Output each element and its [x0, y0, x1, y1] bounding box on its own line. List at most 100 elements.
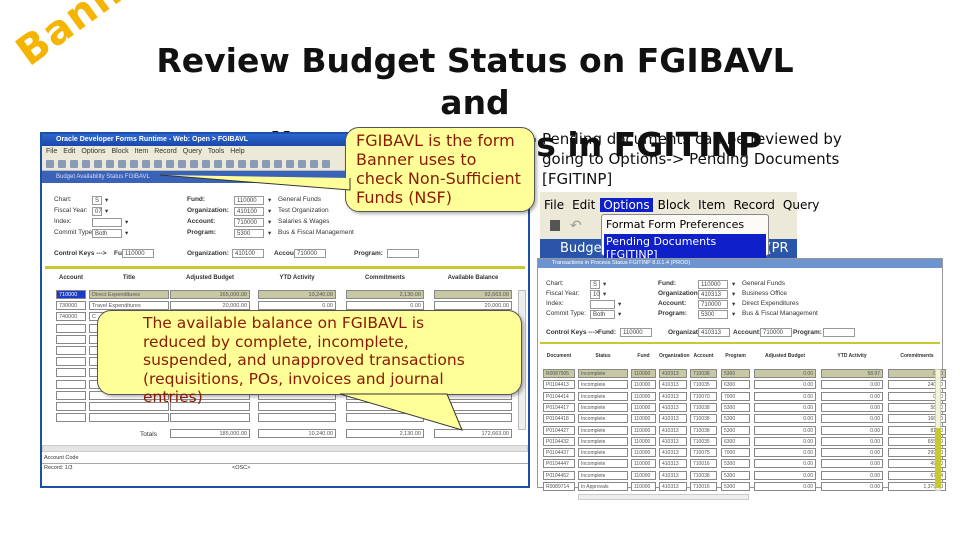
table-cell[interactable]: 0.00 [821, 380, 883, 390]
table-cell[interactable]: 110000 [631, 380, 656, 390]
dropdown-arrow-icon[interactable]: ▾ [105, 196, 108, 204]
table-cell[interactable]: 0.00 [821, 414, 883, 424]
lookup-arrow-icon[interactable]: ▾ [732, 300, 735, 308]
table-cell[interactable]: 410313 [659, 436, 687, 446]
menu-tools[interactable]: Tools [208, 148, 224, 155]
toolbar-button-icon[interactable] [58, 160, 66, 168]
table-cell[interactable]: 0.00 [821, 436, 883, 446]
menu-block[interactable]: Block [658, 198, 690, 212]
menu-file[interactable]: File [544, 198, 564, 212]
table-cell[interactable]: Incomplete [578, 470, 628, 480]
fiscal_year-field[interactable]: 07 [92, 207, 102, 216]
menu-edit[interactable]: Edit [63, 148, 75, 155]
table-cell[interactable]: 710075 [690, 448, 717, 458]
table-cell[interactable]: 710038 [690, 402, 717, 412]
table-cell[interactable]: Travel Expenditures [89, 301, 169, 311]
table-cell[interactable]: 0.00 [754, 459, 816, 469]
table-cell[interactable]: 5300 [721, 425, 750, 435]
dropdown-arrow-icon[interactable]: ▾ [105, 207, 108, 215]
toolbar-button-icon[interactable] [262, 160, 270, 168]
toolbar-button-icon[interactable] [166, 160, 174, 168]
dropdown-arrow-icon[interactable]: ▾ [125, 229, 128, 237]
table-cell[interactable]: Incomplete [578, 414, 628, 424]
toolbar-button-icon[interactable] [298, 160, 306, 168]
table-cell[interactable]: 2,130.00 [346, 290, 424, 299]
toolbar-button-icon[interactable] [322, 160, 330, 168]
table-cell[interactable]: R0089714 [543, 482, 575, 491]
lookup-arrow-icon[interactable]: ▾ [268, 218, 271, 226]
table-cell[interactable]: 7000 [721, 448, 750, 458]
scrollbar-thumb[interactable] [935, 428, 941, 488]
menu-edit[interactable]: Edit [572, 198, 595, 212]
table-cell[interactable]: Incomplete [578, 459, 628, 469]
toolbar-button-icon[interactable] [178, 160, 186, 168]
toolbar-button-icon[interactable] [190, 160, 198, 168]
menu-query[interactable]: Query [783, 198, 819, 212]
toolbar-button-icon[interactable] [310, 160, 318, 168]
toolbar-button-icon[interactable] [154, 160, 162, 168]
table-cell[interactable]: 110000 [631, 436, 656, 446]
control-program-field[interactable] [387, 249, 419, 258]
toolbar-button-icon[interactable] [70, 160, 78, 168]
table-cell[interactable]: 5300 [721, 402, 750, 412]
table-cell[interactable] [56, 323, 86, 333]
commit_type-field[interactable]: Both [590, 310, 615, 319]
table-cell[interactable]: 730000 [56, 301, 86, 311]
table-cell[interactable]: 0.00 [821, 470, 883, 480]
table-cell[interactable]: 10,240.00 [258, 290, 336, 299]
table-cell[interactable]: P0104414 [543, 391, 575, 401]
horizontal-scrollbar[interactable] [42, 445, 528, 452]
table-cell[interactable]: 710035 [690, 380, 717, 390]
chart-field[interactable]: S [590, 280, 600, 289]
table-cell[interactable]: 110000 [631, 369, 656, 378]
lookup-arrow-icon[interactable]: ▾ [268, 229, 271, 237]
lookup-arrow-icon[interactable]: ▾ [268, 207, 271, 215]
table-cell[interactable]: 410313 [659, 391, 687, 401]
table-cell[interactable]: 6300 [721, 380, 750, 390]
table-cell[interactable] [56, 413, 86, 423]
table-cell[interactable]: 410313 [659, 402, 687, 412]
table-cell[interactable] [56, 379, 86, 389]
account-field[interactable]: 710000 [234, 218, 264, 227]
control-fund-field[interactable]: 110000 [620, 328, 652, 337]
table-cell[interactable]: 110000 [631, 414, 656, 424]
table-cell[interactable]: 0.00 [821, 425, 883, 435]
table-cell[interactable]: 410313 [659, 425, 687, 435]
table-cell[interactable]: 0.00 [754, 369, 816, 378]
table-cell[interactable]: Incomplete [578, 391, 628, 401]
toolbar-button-icon[interactable] [106, 160, 114, 168]
table-cell[interactable]: 710038 [690, 425, 717, 435]
table-cell[interactable]: 20,000.00 [170, 301, 250, 311]
table-cell[interactable]: 5300 [721, 414, 750, 424]
table-cell[interactable]: 92,663.00 [434, 290, 512, 299]
table-cell[interactable] [56, 334, 86, 344]
menu-record[interactable]: Record [154, 148, 177, 155]
control-account-field[interactable]: 710000 [294, 249, 326, 258]
table-cell[interactable]: 110000 [631, 425, 656, 435]
horizontal-scrollbar[interactable] [578, 494, 749, 500]
control-fund-field[interactable]: 110000 [122, 249, 154, 258]
menu-item[interactable]: Item [698, 198, 725, 212]
table-cell[interactable]: 410313 [659, 482, 687, 491]
account-field[interactable]: 710000 [698, 300, 728, 309]
toolbar-button-icon[interactable] [286, 160, 294, 168]
program-field[interactable]: 5300 [234, 229, 264, 238]
table-cell[interactable]: P0104427 [543, 425, 575, 435]
table-cell[interactable]: 58.97 [821, 369, 883, 378]
table-cell[interactable] [170, 413, 250, 423]
table-cell[interactable]: 410313 [659, 380, 687, 390]
table-cell[interactable] [89, 413, 169, 423]
table-cell[interactable] [56, 368, 86, 378]
menu-block[interactable]: Block [111, 148, 128, 155]
toolbar-button-icon[interactable] [250, 160, 258, 168]
table-cell[interactable]: 7000 [721, 391, 750, 401]
table-cell[interactable]: P0104452 [543, 470, 575, 480]
lookup-arrow-icon[interactable]: ▾ [732, 280, 735, 288]
toolbar-button-icon[interactable] [118, 160, 126, 168]
table-cell[interactable]: 710038 [690, 470, 717, 480]
toolbar-button-icon[interactable] [238, 160, 246, 168]
dropdown-arrow-icon[interactable]: ▾ [618, 300, 621, 308]
table-cell[interactable]: 5300 [721, 459, 750, 469]
menu-options[interactable]: Options [81, 148, 105, 155]
table-cell[interactable]: 740000 [56, 312, 86, 322]
